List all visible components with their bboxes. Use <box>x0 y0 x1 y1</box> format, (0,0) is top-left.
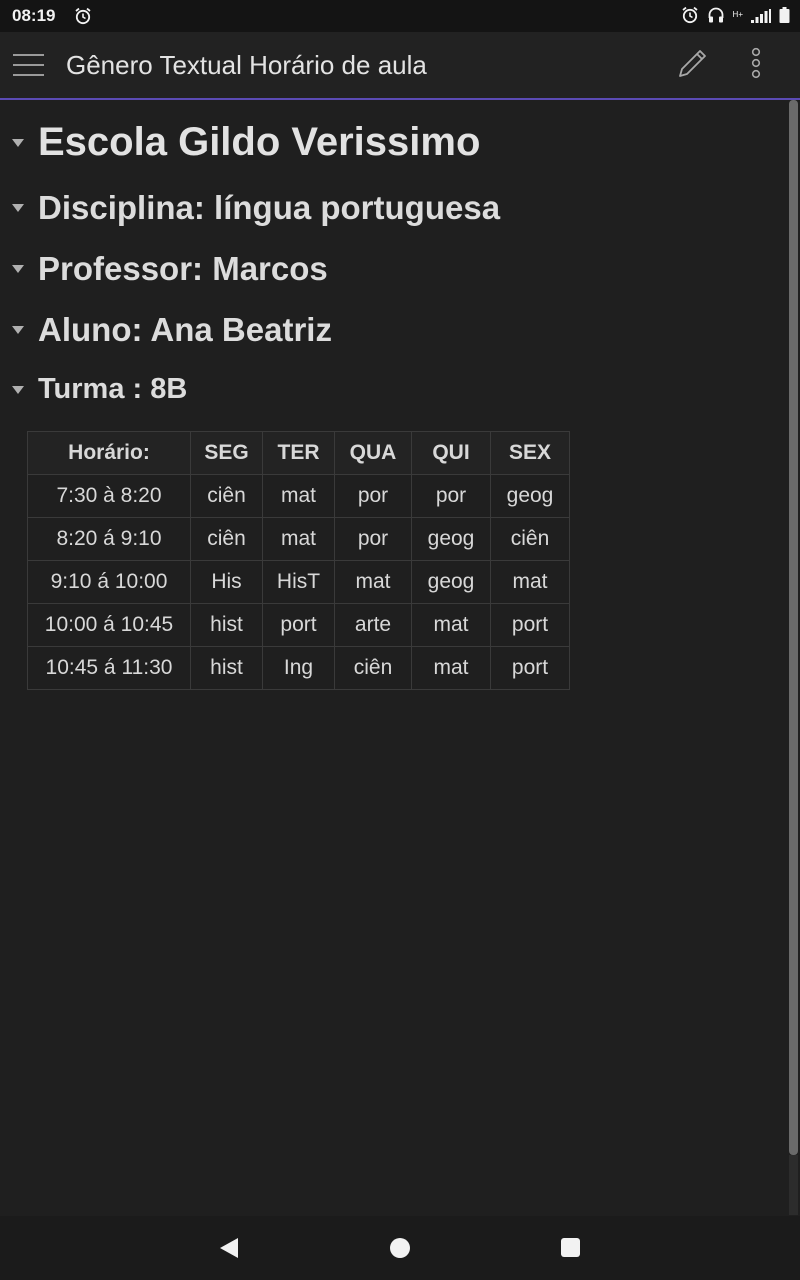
table-row: 9:10 á 10:00 His HisT mat geog mat <box>27 560 570 604</box>
table-cell: 10:00 á 10:45 <box>27 603 191 647</box>
table-cell: por <box>334 517 412 561</box>
heading-class: Turma : 8B <box>0 373 187 406</box>
table-cell: mat <box>411 603 491 647</box>
table-cell: 10:45 á 11:30 <box>27 646 191 690</box>
table-cell: mat <box>262 517 335 561</box>
heading-student: Aluno: Ana Beatriz <box>0 311 332 349</box>
table-header-row: Horário: SEG TER QUA QUI SEX <box>27 431 570 475</box>
column-header: QUA <box>334 431 412 475</box>
table-cell: mat <box>334 560 412 604</box>
table-cell: mat <box>490 560 570 604</box>
status-icons: H+ <box>681 6 790 29</box>
table-cell: mat <box>262 474 335 518</box>
table-cell: hist <box>190 646 263 690</box>
home-icon[interactable] <box>390 1238 410 1258</box>
table-cell: HisT <box>262 560 335 604</box>
table-cell: hist <box>190 603 263 647</box>
table-cell: geog <box>411 560 491 604</box>
table-cell: ciên <box>334 646 412 690</box>
heading-text: Turma : 8B <box>38 373 188 405</box>
alarm-icon <box>681 6 699 29</box>
table-row: 8:20 á 9:10 ciên mat por geog ciên <box>27 517 570 561</box>
table-cell: geog <box>490 474 570 518</box>
column-header: SEX <box>490 431 570 475</box>
table-cell: ciên <box>190 474 263 518</box>
collapse-arrow-icon[interactable] <box>0 138 38 147</box>
battery-icon <box>779 7 790 28</box>
table-cell: 9:10 á 10:00 <box>27 560 191 604</box>
navigation-bar <box>0 1216 800 1280</box>
table-cell: port <box>262 603 335 647</box>
collapse-arrow-icon[interactable] <box>0 265 38 273</box>
collapse-arrow-icon[interactable] <box>0 204 38 212</box>
collapse-arrow-icon[interactable] <box>0 385 38 394</box>
table-row: 10:00 á 10:45 hist port arte mat port <box>27 603 570 647</box>
more-vertical-icon[interactable] <box>742 46 770 82</box>
heading-school: Escola Gildo Verissimo <box>0 120 480 165</box>
table-cell: ciên <box>190 517 263 561</box>
note-title: Gênero Textual Horário de aula <box>66 50 427 80</box>
headphones-icon <box>707 6 725 29</box>
edit-pencil-icon[interactable] <box>674 46 710 82</box>
table-cell: mat <box>411 646 491 690</box>
schedule-table: Horário: SEG TER QUA QUI SEX 7:30 à 8:20… <box>27 431 570 690</box>
heading-text: Professor: Marcos <box>38 250 328 287</box>
table-cell: 7:30 à 8:20 <box>27 474 191 518</box>
table-cell: ciên <box>490 517 570 561</box>
status-time: 08:19 <box>12 6 56 25</box>
table-cell: Ing <box>262 646 335 690</box>
status-bar: 08:19 H+ <box>0 0 800 32</box>
table-cell: port <box>490 603 570 647</box>
table-cell: 8:20 á 9:10 <box>27 517 191 561</box>
app-bar: Gênero Textual Horário de aula <box>0 32 800 100</box>
back-icon[interactable] <box>218 1237 240 1264</box>
table-cell: arte <box>334 603 412 647</box>
network-h-plus-icon: H+ <box>732 9 743 19</box>
column-header: QUI <box>411 431 491 475</box>
column-header: Horário: <box>27 431 191 475</box>
signal-icon <box>751 8 771 28</box>
table-cell: por <box>334 474 412 518</box>
recents-icon[interactable] <box>561 1238 580 1257</box>
scrollbar-track <box>789 1155 798 1215</box>
table-cell: His <box>190 560 263 604</box>
heading-text: Disciplina: língua portuguesa <box>38 189 501 226</box>
table-row: 7:30 à 8:20 ciên mat por por geog <box>27 474 570 518</box>
menu-icon[interactable] <box>13 52 45 78</box>
table-cell: port <box>490 646 570 690</box>
scrollbar-thumb[interactable] <box>789 100 798 1155</box>
table-row: 10:45 á 11:30 hist Ing ciên mat port <box>27 646 570 690</box>
table-cell: geog <box>411 517 491 561</box>
heading-text: Escola Gildo Verissimo <box>38 120 481 164</box>
table-cell: por <box>411 474 491 518</box>
heading-text: Aluno: Ana Beatriz <box>38 311 332 348</box>
heading-teacher: Professor: Marcos <box>0 250 328 288</box>
alarm-icon <box>74 7 92 30</box>
heading-discipline: Disciplina: língua portuguesa <box>0 189 500 227</box>
column-header: TER <box>262 431 335 475</box>
column-header: SEG <box>190 431 263 475</box>
collapse-arrow-icon[interactable] <box>0 326 38 334</box>
